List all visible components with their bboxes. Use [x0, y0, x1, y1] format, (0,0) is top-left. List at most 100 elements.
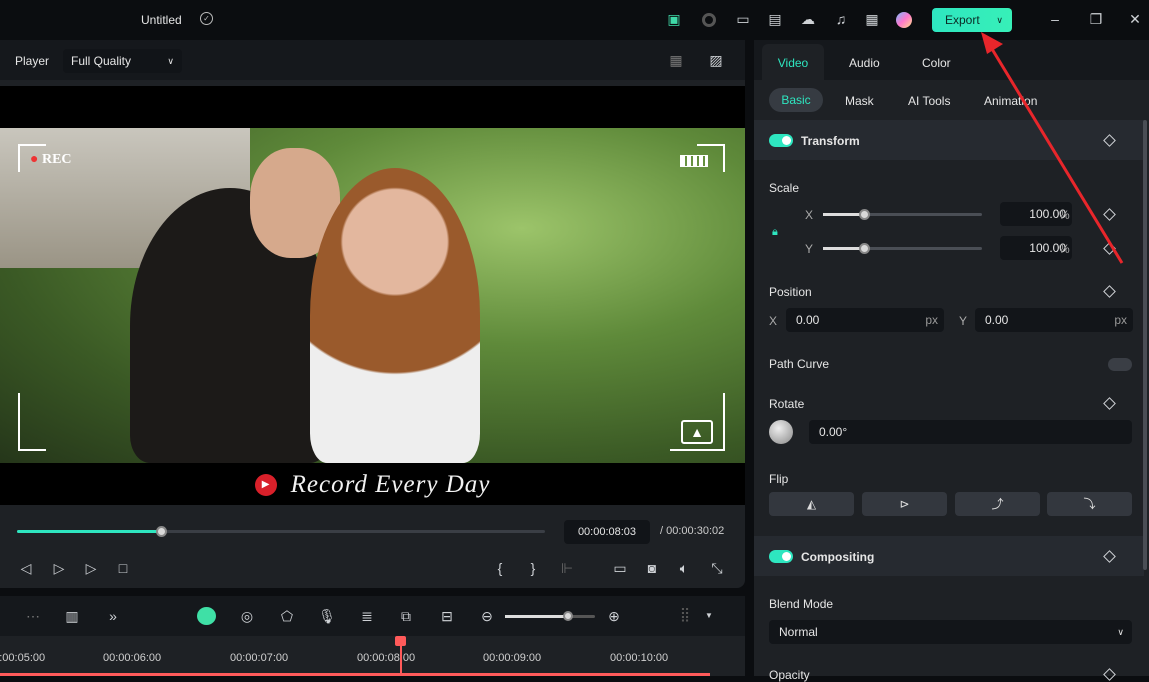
scale-y-slider[interactable] — [823, 243, 982, 254]
position-x-value: 0.00 — [796, 313, 820, 327]
fullscreen-icon[interactable]: ⤡ — [708, 560, 726, 576]
rotate-dial[interactable] — [769, 420, 793, 444]
mic-icon[interactable]: 🎙︎ — [318, 608, 336, 624]
annotation-arrow — [981, 32, 1124, 264]
marker-icon[interactable]: ⬠ — [278, 608, 296, 624]
headset-icon[interactable]: ♫ — [832, 11, 850, 27]
video-preview[interactable]: ● REC ▲ ▶ Record Every Day — [0, 86, 745, 505]
close-icon[interactable]: ✕ — [1126, 11, 1144, 27]
woman-figure — [310, 168, 480, 463]
rotate-label: Rotate — [769, 397, 805, 411]
display-icon[interactable]: ▭ — [611, 560, 629, 576]
caption-text: Record Every Day — [290, 470, 491, 498]
player-panel: Player Full Quality ∨ ▦ ▨ ● REC ▲ ▶ Record… — [0, 40, 745, 588]
volume-icon[interactable]: 🔈︎ — [675, 560, 693, 576]
path-curve-toggle[interactable] — [1108, 358, 1132, 371]
subtab-mask[interactable]: Mask — [845, 94, 874, 108]
dropdown-icon[interactable]: ▼ — [700, 608, 718, 624]
play-icon[interactable]: ▷ — [82, 560, 100, 576]
player-label: Player — [15, 54, 50, 68]
layout-icon[interactable]: ▭ — [734, 11, 752, 27]
cloud-upload-icon[interactable]: ☁ — [799, 11, 817, 27]
tab-video[interactable]: Video — [762, 44, 824, 80]
keyframe-diamond-icon[interactable] — [1103, 550, 1116, 563]
zoom-slider[interactable] — [505, 611, 595, 621]
ruler-tick: 00:00:05:00 — [0, 652, 46, 664]
blend-mode-select[interactable]: Normal ∨ — [769, 620, 1132, 644]
zoom-in-icon[interactable]: ⊕ — [605, 608, 623, 624]
ai-copilot-icon[interactable] — [197, 607, 216, 625]
mark-out-icon[interactable]: } — [524, 560, 542, 576]
auto-play-icon[interactable]: ◎ — [238, 608, 256, 624]
subtab-ai-tools[interactable]: AI Tools — [908, 94, 950, 108]
compositing-toggle[interactable] — [769, 550, 793, 563]
transform-toggle[interactable] — [769, 134, 793, 147]
scale-y-knob[interactable] — [859, 243, 870, 254]
tab-audio[interactable]: Audio — [849, 56, 880, 70]
position-x-unit: px — [925, 313, 938, 327]
ruler-tick: 00:00:10:00 — [610, 652, 669, 664]
scale-x-slider[interactable] — [823, 209, 982, 220]
flip-label: Flip — [769, 472, 789, 486]
more-icon[interactable]: » — [104, 608, 122, 624]
position-y-unit: px — [1114, 313, 1127, 327]
ruler-tick: 00:00:07:00 — [230, 652, 289, 664]
timeline-panel: ⋯ ▥ » ◎ ⬠ 🎙︎ ≣ ⧉ ⊟ ⊖ ⊕ ⣿ ▼ 00:00:05:00 0… — [0, 596, 745, 676]
rotate-right-button[interactable]: ⤴ — [955, 492, 1040, 516]
rotate-left-button[interactable]: ⤵ — [1047, 492, 1132, 516]
save-icon[interactable]: ▤ — [766, 11, 784, 27]
path-curve-label: Path Curve — [769, 357, 830, 371]
flip-vertical-button[interactable]: ⊳ — [862, 492, 947, 516]
keyframe-diamond-icon[interactable] — [1103, 285, 1116, 298]
quality-select[interactable]: Full Quality ∨ — [63, 49, 182, 73]
fit-icon[interactable]: ⊟ — [438, 608, 456, 624]
position-x-input[interactable]: 0.00 px — [786, 308, 944, 332]
playback-slider[interactable] — [17, 526, 545, 537]
grid-view-icon[interactable]: ▦ — [667, 52, 685, 68]
minimize-icon[interactable]: – — [1046, 11, 1064, 27]
zoom-out-icon[interactable]: ⊖ — [478, 608, 496, 624]
position-y-value: 0.00 — [985, 313, 1009, 327]
apps-grid-icon[interactable]: ▦ — [863, 11, 881, 27]
insert-icon[interactable]: ⊩ — [558, 560, 576, 576]
position-y-input[interactable]: 0.00 px — [975, 308, 1133, 332]
layout-grid-icon[interactable]: ⣿ — [676, 606, 694, 622]
zoom-knob[interactable] — [563, 611, 573, 621]
export-button[interactable]: Export ∨ — [932, 8, 1012, 32]
scale-x-label: X — [805, 208, 814, 222]
scale-x-knob[interactable] — [859, 209, 870, 220]
timeline-ruler[interactable]: 00:00:05:00 00:00:06:00 00:00:07:00 00:0… — [0, 636, 745, 676]
panel-scrollbar[interactable] — [1143, 120, 1147, 570]
stop-icon[interactable]: □ — [114, 560, 132, 576]
keyframe-diamond-icon[interactable] — [1103, 397, 1116, 410]
gift-icon[interactable]: ▣ — [665, 11, 683, 27]
clip-settings-icon[interactable]: ⧉ — [397, 608, 415, 624]
keyframe-diamond-icon[interactable] — [1103, 668, 1116, 681]
tab-color[interactable]: Color — [922, 56, 951, 70]
playback-knob[interactable] — [156, 526, 167, 537]
current-time[interactable]: 00:00:08:03 — [564, 520, 650, 544]
rotate-input[interactable]: 0.00° — [809, 420, 1132, 444]
compositing-section-header[interactable]: Compositing — [754, 536, 1144, 576]
music-list-icon[interactable]: ≣ — [358, 608, 376, 624]
group-icon[interactable]: ⋯ — [24, 608, 42, 624]
mark-in-icon[interactable]: { — [491, 560, 509, 576]
flip-horizontal-button[interactable]: ◭ — [769, 492, 854, 516]
subtab-basic[interactable]: Basic — [769, 88, 823, 112]
record-icon[interactable] — [702, 13, 716, 27]
rec-dot-icon: ● — [30, 152, 39, 167]
rec-label: REC — [41, 152, 72, 167]
next-frame-icon[interactable]: ▷ — [50, 560, 68, 576]
project-title: Untitled — [141, 13, 182, 27]
frame-corner — [18, 393, 46, 451]
prev-frame-icon[interactable]: ◁ — [17, 560, 35, 576]
position-x-label: X — [769, 314, 778, 328]
audio-wave-icon[interactable]: ▥ — [63, 608, 81, 624]
restore-icon[interactable]: ❐ — [1087, 11, 1105, 27]
lock-ratio-icon[interactable]: 🔒︎ — [772, 226, 778, 239]
waveform-icon[interactable]: ▨ — [707, 52, 725, 68]
scale-y-label: Y — [805, 242, 814, 256]
avatar[interactable] — [896, 12, 912, 28]
snapshot-icon[interactable]: ◙ — [643, 560, 661, 576]
play-badge-icon: ▶ — [254, 473, 277, 496]
